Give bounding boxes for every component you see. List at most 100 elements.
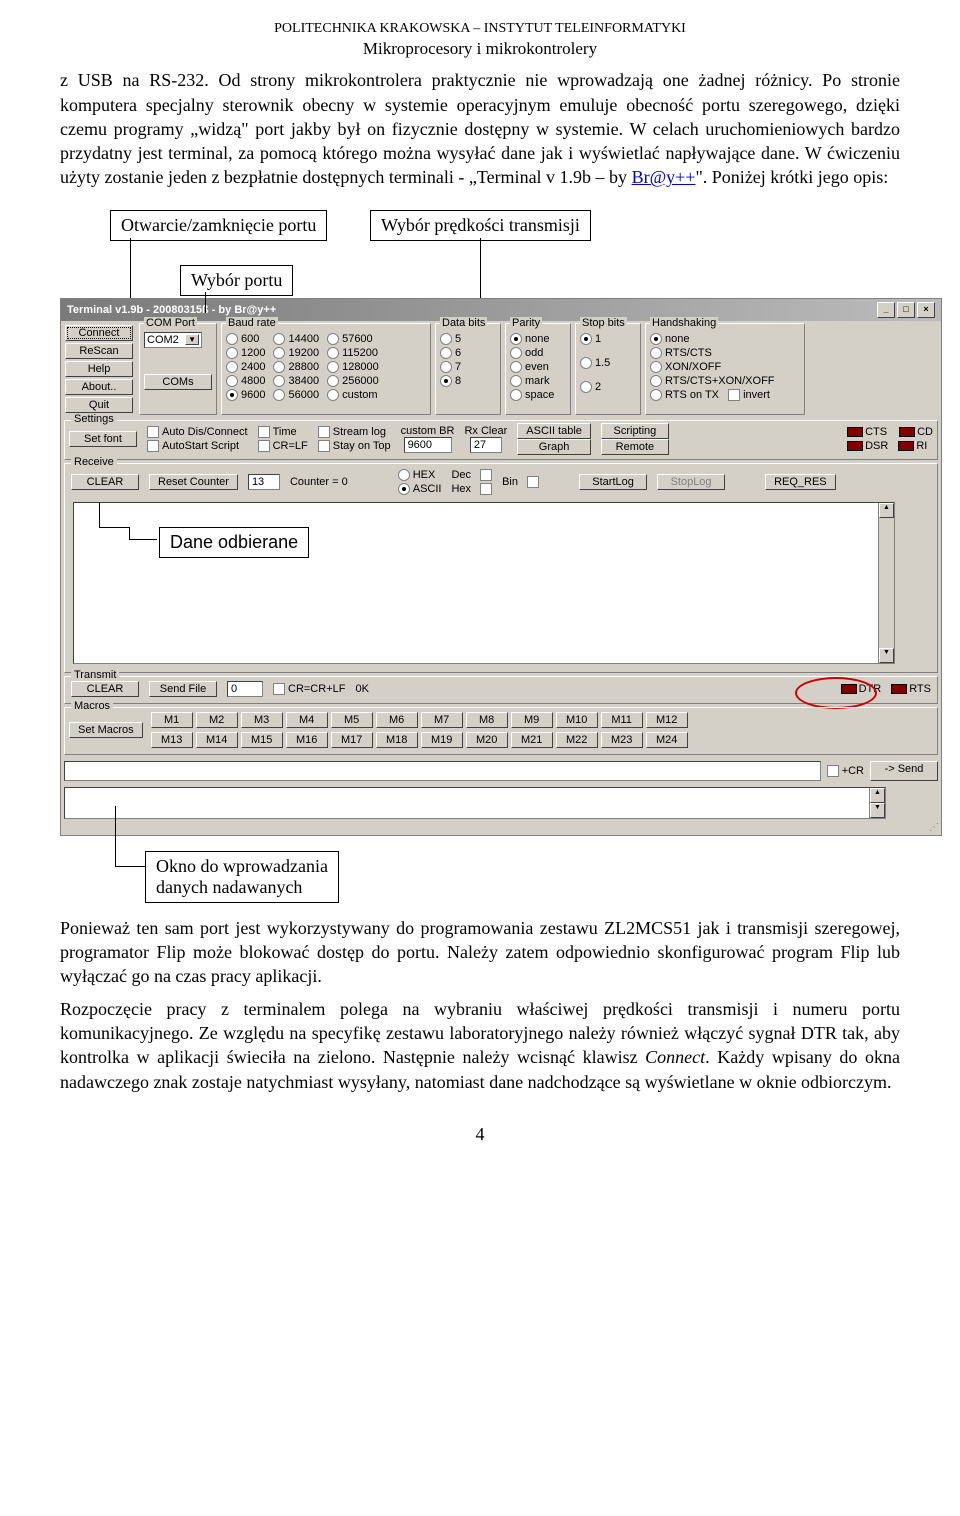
custombr-input[interactable]: 9600 xyxy=(404,437,452,453)
parity-space[interactable]: space xyxy=(510,388,566,402)
macro-M8[interactable]: M8 xyxy=(466,712,508,728)
fmt-bin[interactable]: Bin xyxy=(502,475,539,489)
macro-M15[interactable]: M15 xyxy=(241,732,283,748)
tx-spin[interactable]: 0 xyxy=(227,681,263,697)
scripting-button[interactable]: Scripting xyxy=(601,423,669,439)
sendfile-button[interactable]: Send File xyxy=(149,681,217,697)
remote-button[interactable]: Remote xyxy=(601,439,669,455)
parity-none[interactable]: none xyxy=(510,332,566,346)
macro-M18[interactable]: M18 xyxy=(376,732,418,748)
macro-M2[interactable]: M2 xyxy=(196,712,238,728)
scroll-up-icon[interactable]: ▲ xyxy=(879,503,894,518)
fmt-ascii[interactable]: ASCII xyxy=(398,482,442,496)
databits-7[interactable]: 7 xyxy=(440,360,496,374)
macro-M16[interactable]: M16 xyxy=(286,732,328,748)
macro-M6[interactable]: M6 xyxy=(376,712,418,728)
stopbits-2[interactable]: 2 xyxy=(580,380,636,394)
counter-input[interactable]: 13 xyxy=(248,474,280,490)
macro-M10[interactable]: M10 xyxy=(556,712,598,728)
macro-M22[interactable]: M22 xyxy=(556,732,598,748)
macro-M11[interactable]: M11 xyxy=(601,712,643,728)
stopbits-1[interactable]: 1 xyxy=(580,332,636,346)
check-autostart[interactable]: AutoStart Script xyxy=(147,439,248,453)
baud-19200[interactable]: 19200 xyxy=(273,346,319,360)
baud-14400[interactable]: 14400 xyxy=(273,332,319,346)
quit-button[interactable]: Quit xyxy=(65,397,133,413)
bray-link[interactable]: Br@y++ xyxy=(632,167,696,187)
ascii-button[interactable]: ASCII table xyxy=(517,423,591,439)
macro-M12[interactable]: M12 xyxy=(646,712,688,728)
check-stay[interactable]: Stay on Top xyxy=(318,439,391,453)
scroll-down-icon-2[interactable]: ▼ xyxy=(870,803,885,818)
fmt-hexc[interactable]: Hex xyxy=(451,482,492,496)
check-stream[interactable]: Stream log xyxy=(318,425,391,439)
reqres-button[interactable]: REQ_RES xyxy=(765,474,836,490)
check-autodis[interactable]: Auto Dis/Connect xyxy=(147,425,248,439)
hs-0[interactable]: none xyxy=(650,332,800,346)
parity-even[interactable]: even xyxy=(510,360,566,374)
baud-9600[interactable]: 9600 xyxy=(226,388,265,402)
rts-led[interactable] xyxy=(891,684,907,694)
macro-M14[interactable]: M14 xyxy=(196,732,238,748)
rxclear-input[interactable]: 27 xyxy=(470,437,502,453)
baud-128000[interactable]: 128000 xyxy=(327,360,379,374)
hs-2[interactable]: XON/XOFF xyxy=(650,360,800,374)
check-crlf[interactable]: CR=LF xyxy=(258,439,308,453)
macro-M20[interactable]: M20 xyxy=(466,732,508,748)
baud-custom[interactable]: custom xyxy=(327,388,379,402)
macro-M1[interactable]: M1 xyxy=(151,712,193,728)
transmit-textarea[interactable]: ▲ ▼ xyxy=(64,787,886,819)
graph-button[interactable]: Graph xyxy=(517,439,591,455)
baud-600[interactable]: 600 xyxy=(226,332,265,346)
coms-button[interactable]: COMs xyxy=(144,374,212,390)
help-button[interactable]: Help xyxy=(65,361,133,377)
fmt-dec[interactable]: Dec xyxy=(451,468,492,482)
send-input[interactable] xyxy=(64,761,821,781)
baud-256000[interactable]: 256000 xyxy=(327,374,379,388)
macro-M23[interactable]: M23 xyxy=(601,732,643,748)
setfont-button[interactable]: Set font xyxy=(69,431,137,447)
macro-M17[interactable]: M17 xyxy=(331,732,373,748)
startlog-button[interactable]: StartLog xyxy=(579,474,647,490)
macro-M9[interactable]: M9 xyxy=(511,712,553,728)
scroll-up-icon-2[interactable]: ▲ xyxy=(870,788,885,803)
macro-M13[interactable]: M13 xyxy=(151,732,193,748)
baud-28800[interactable]: 28800 xyxy=(273,360,319,374)
about-button[interactable]: About.. xyxy=(65,379,133,395)
send-button[interactable]: -> Send xyxy=(870,761,938,781)
databits-6[interactable]: 6 xyxy=(440,346,496,360)
reset-counter-button[interactable]: Reset Counter xyxy=(149,474,238,490)
macro-M19[interactable]: M19 xyxy=(421,732,463,748)
baud-115200[interactable]: 115200 xyxy=(327,346,379,360)
tx-crlf-check[interactable]: CR=CR+LF xyxy=(273,682,345,696)
comport-combo[interactable]: COM2▼ xyxy=(144,332,202,348)
rescan-button[interactable]: ReScan xyxy=(65,343,133,359)
connect-button[interactable]: Connect xyxy=(65,325,133,341)
baud-1200[interactable]: 1200 xyxy=(226,346,265,360)
hs-4[interactable]: RTS on TX invert xyxy=(650,388,800,402)
check-time[interactable]: Time xyxy=(258,425,308,439)
databits-5[interactable]: 5 xyxy=(440,332,496,346)
hs-3[interactable]: RTS/CTS+XON/XOFF xyxy=(650,374,800,388)
baud-38400[interactable]: 38400 xyxy=(273,374,319,388)
minimize-button[interactable]: _ xyxy=(877,302,895,318)
setmacros-button[interactable]: Set Macros xyxy=(69,722,143,738)
macro-M7[interactable]: M7 xyxy=(421,712,463,728)
macro-M24[interactable]: M24 xyxy=(646,732,688,748)
maximize-button[interactable]: □ xyxy=(897,302,915,318)
cr-check[interactable]: +CR xyxy=(827,761,864,781)
macro-M3[interactable]: M3 xyxy=(241,712,283,728)
stopbits-1.5[interactable]: 1.5 xyxy=(580,356,636,370)
close-button[interactable]: × xyxy=(917,302,935,318)
baud-57600[interactable]: 57600 xyxy=(327,332,379,346)
baud-56000[interactable]: 56000 xyxy=(273,388,319,402)
fmt-hex[interactable]: HEX xyxy=(398,468,442,482)
macro-M4[interactable]: M4 xyxy=(286,712,328,728)
hs-1[interactable]: RTS/CTS xyxy=(650,346,800,360)
macro-M21[interactable]: M21 xyxy=(511,732,553,748)
baud-4800[interactable]: 4800 xyxy=(226,374,265,388)
scroll-down-icon[interactable]: ▼ xyxy=(879,648,894,663)
resize-grip-icon[interactable]: ⋰ xyxy=(61,822,941,835)
parity-odd[interactable]: odd xyxy=(510,346,566,360)
databits-8[interactable]: 8 xyxy=(440,374,496,388)
